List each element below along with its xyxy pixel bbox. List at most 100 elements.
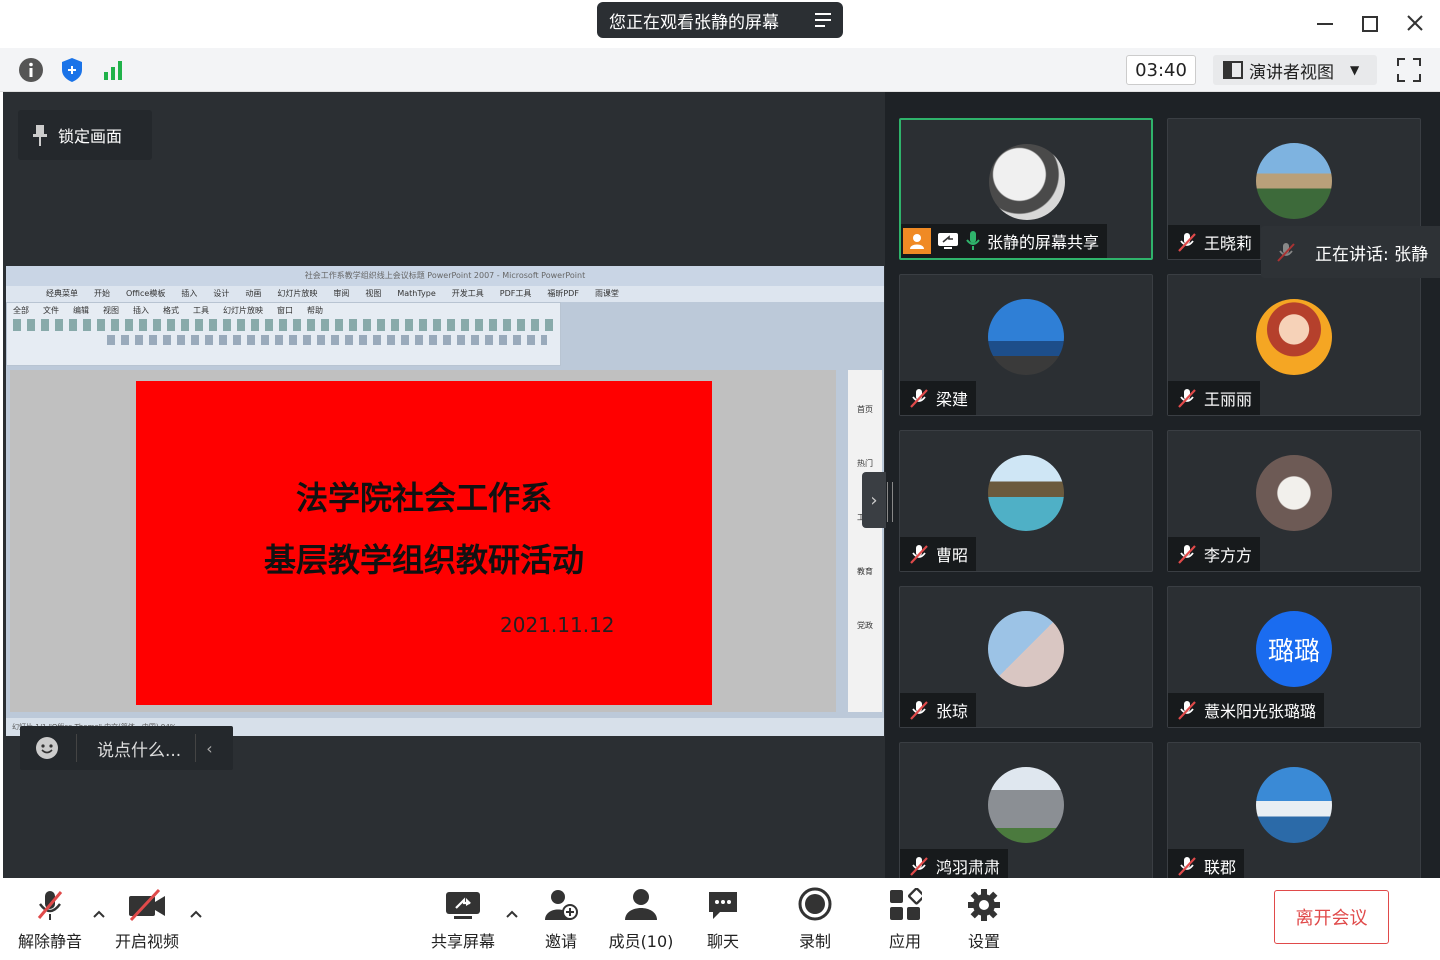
participant-name: 梁建 xyxy=(936,390,969,409)
ppt-tab[interactable]: 经典菜单 xyxy=(46,286,78,302)
ppt-menu-item[interactable]: 幻灯片放映 xyxy=(223,305,263,316)
banner-menu-icon[interactable] xyxy=(815,13,831,27)
ppt-tab[interactable]: MathType xyxy=(397,286,435,302)
ppt-tab[interactable]: 开发工具 xyxy=(452,286,484,302)
ppt-tab[interactable]: 插入 xyxy=(181,286,197,302)
ppt-menu-item[interactable]: 全部 xyxy=(13,305,29,316)
avatar xyxy=(988,455,1064,531)
lock-screen-label: 锁定画面 xyxy=(58,127,123,146)
participant-namebar: 曹昭 xyxy=(900,537,977,571)
chevron-up-icon[interactable] xyxy=(91,906,107,922)
chat-input-box[interactable]: 说点什么... ‹ xyxy=(20,726,233,770)
avatar xyxy=(989,144,1065,220)
ppt-menu-item[interactable]: 格式 xyxy=(163,305,179,316)
ppt-menu-item[interactable]: 编辑 xyxy=(73,305,89,316)
expand-arrow-icon[interactable]: › xyxy=(862,472,886,528)
microphone-muted-icon xyxy=(1178,857,1196,876)
minimize-icon[interactable] xyxy=(1310,8,1340,38)
ppt-tab[interactable]: 视图 xyxy=(365,286,381,302)
invite-button[interactable]: 邀请 xyxy=(540,886,582,952)
settings-button[interactable]: 设置 xyxy=(964,886,1004,952)
chevron-up-icon[interactable] xyxy=(188,906,204,922)
video-off-icon xyxy=(129,888,165,922)
participant-tile[interactable]: 曹昭 xyxy=(899,430,1153,572)
microphone-muted-icon xyxy=(1178,389,1196,408)
ppt-menu-item[interactable]: 窗口 xyxy=(277,305,293,316)
ppt-menu-item[interactable]: 文件 xyxy=(43,305,59,316)
ppt-tab[interactable]: 设计 xyxy=(213,286,229,302)
ppt-tab[interactable]: 开始 xyxy=(94,286,110,302)
ppt-ribbon: 全部 文件 编辑 视图 插入 格式 工具 幻灯片放映 窗口 帮助 xyxy=(6,302,561,366)
ppt-menu-item[interactable]: 帮助 xyxy=(307,305,323,316)
emoji-icon[interactable] xyxy=(34,735,60,761)
avatar xyxy=(1256,767,1332,843)
side-item-hot[interactable]: 热门 xyxy=(848,424,882,478)
powerpoint-window: 社会工作系教学组织线上会议标题 PowerPoint 2007 - Micros… xyxy=(6,266,884,736)
record-button[interactable]: 录制 xyxy=(796,886,834,952)
avatar xyxy=(1256,143,1332,219)
record-label: 录制 xyxy=(798,932,831,951)
participant-tile[interactable]: 李方方 xyxy=(1167,430,1421,572)
view-mode-select[interactable]: 演讲者视图 ▼ xyxy=(1213,55,1377,85)
participant-tile[interactable]: 璐璐 薏米阳光张璐璐 xyxy=(1167,586,1421,728)
ppt-tab[interactable]: 福昕PDF xyxy=(547,286,579,302)
settings-label: 设置 xyxy=(967,932,1000,951)
participant-namebar: 李方方 xyxy=(1168,537,1261,571)
members-label: 成员(10) xyxy=(608,932,674,951)
ppt-menu-item[interactable]: 插入 xyxy=(133,305,149,316)
banner-text: 您正在观看张静的屏幕 xyxy=(609,12,779,33)
participant-tile[interactable]: 张静的屏幕共享 xyxy=(899,118,1153,260)
side-item-party[interactable]: 党政 xyxy=(848,586,882,640)
presentation-slide: 法学院社会工作系 基层教学组织教研活动 2021.11.12 xyxy=(136,381,712,705)
ppt-menu-item[interactable]: 视图 xyxy=(103,305,119,316)
members-button[interactable]: 成员(10) xyxy=(608,886,674,952)
participant-namebar: 联郡 xyxy=(1168,849,1245,878)
divider xyxy=(195,734,197,762)
avatar xyxy=(1256,455,1332,531)
ppt-tab[interactable]: Office模板 xyxy=(126,286,165,302)
participant-namebar: 王丽丽 xyxy=(1168,381,1261,415)
collapse-chevron-icon[interactable]: ‹ xyxy=(206,739,212,758)
microphone-muted-icon xyxy=(910,545,928,564)
close-icon[interactable] xyxy=(1400,8,1430,38)
maximize-icon[interactable] xyxy=(1355,8,1385,38)
security-shield-icon[interactable] xyxy=(59,57,85,83)
participant-name: 张琼 xyxy=(936,702,969,721)
ppt-tab[interactable]: 动画 xyxy=(245,286,261,302)
ppt-tab[interactable]: PDF工具 xyxy=(500,286,532,302)
share-screen-button[interactable]: 共享屏幕 xyxy=(430,886,496,952)
participant-name: 王晓莉 xyxy=(1204,234,1253,253)
side-item-home[interactable]: 首页 xyxy=(848,370,882,424)
lock-screen-button[interactable]: 锁定画面 xyxy=(18,110,152,160)
ppt-tab[interactable]: 幻灯片放映 xyxy=(277,286,317,302)
signal-strength-icon[interactable] xyxy=(101,57,127,83)
participant-tile[interactable]: 张琼 xyxy=(899,586,1153,728)
ppt-ribbon-icons xyxy=(13,319,553,331)
participant-namebar: 梁建 xyxy=(900,381,977,415)
microphone-muted-icon xyxy=(1178,545,1196,564)
start-video-button[interactable]: 开启视频 xyxy=(114,886,180,952)
side-item-edu[interactable]: 教育 xyxy=(848,532,882,586)
ppt-tab[interactable]: 雨课堂 xyxy=(595,286,619,302)
unmute-button[interactable]: 解除静音 xyxy=(18,886,82,952)
participant-tile[interactable]: 鸿羽肃肃 xyxy=(899,742,1153,878)
members-icon xyxy=(625,889,657,920)
chevron-up-icon[interactable] xyxy=(504,906,520,922)
apps-button[interactable]: 应用 xyxy=(886,886,924,952)
participant-tile[interactable]: 联郡 xyxy=(1167,742,1421,878)
participant-name: 王丽丽 xyxy=(1204,390,1253,409)
avatar-initials: 璐璐 xyxy=(1256,611,1332,687)
participant-namebar: 王晓莉 xyxy=(1168,225,1261,259)
info-icon[interactable] xyxy=(18,57,44,83)
apps-label: 应用 xyxy=(888,932,921,951)
participant-tile[interactable]: 梁建 xyxy=(899,274,1153,416)
participant-namebar: 薏米阳光张璐璐 xyxy=(1168,693,1325,727)
leave-meeting-button[interactable]: 离开会议 xyxy=(1274,890,1389,944)
splitter-handle[interactable] xyxy=(887,482,893,522)
panel-splitter[interactable] xyxy=(885,92,895,878)
ppt-tab[interactable]: 审阅 xyxy=(333,286,349,302)
participant-tile[interactable]: 王丽丽 xyxy=(1167,274,1421,416)
ppt-menu-item[interactable]: 工具 xyxy=(193,305,209,316)
fullscreen-icon[interactable] xyxy=(1396,57,1422,83)
chat-button[interactable]: 聊天 xyxy=(704,886,742,952)
